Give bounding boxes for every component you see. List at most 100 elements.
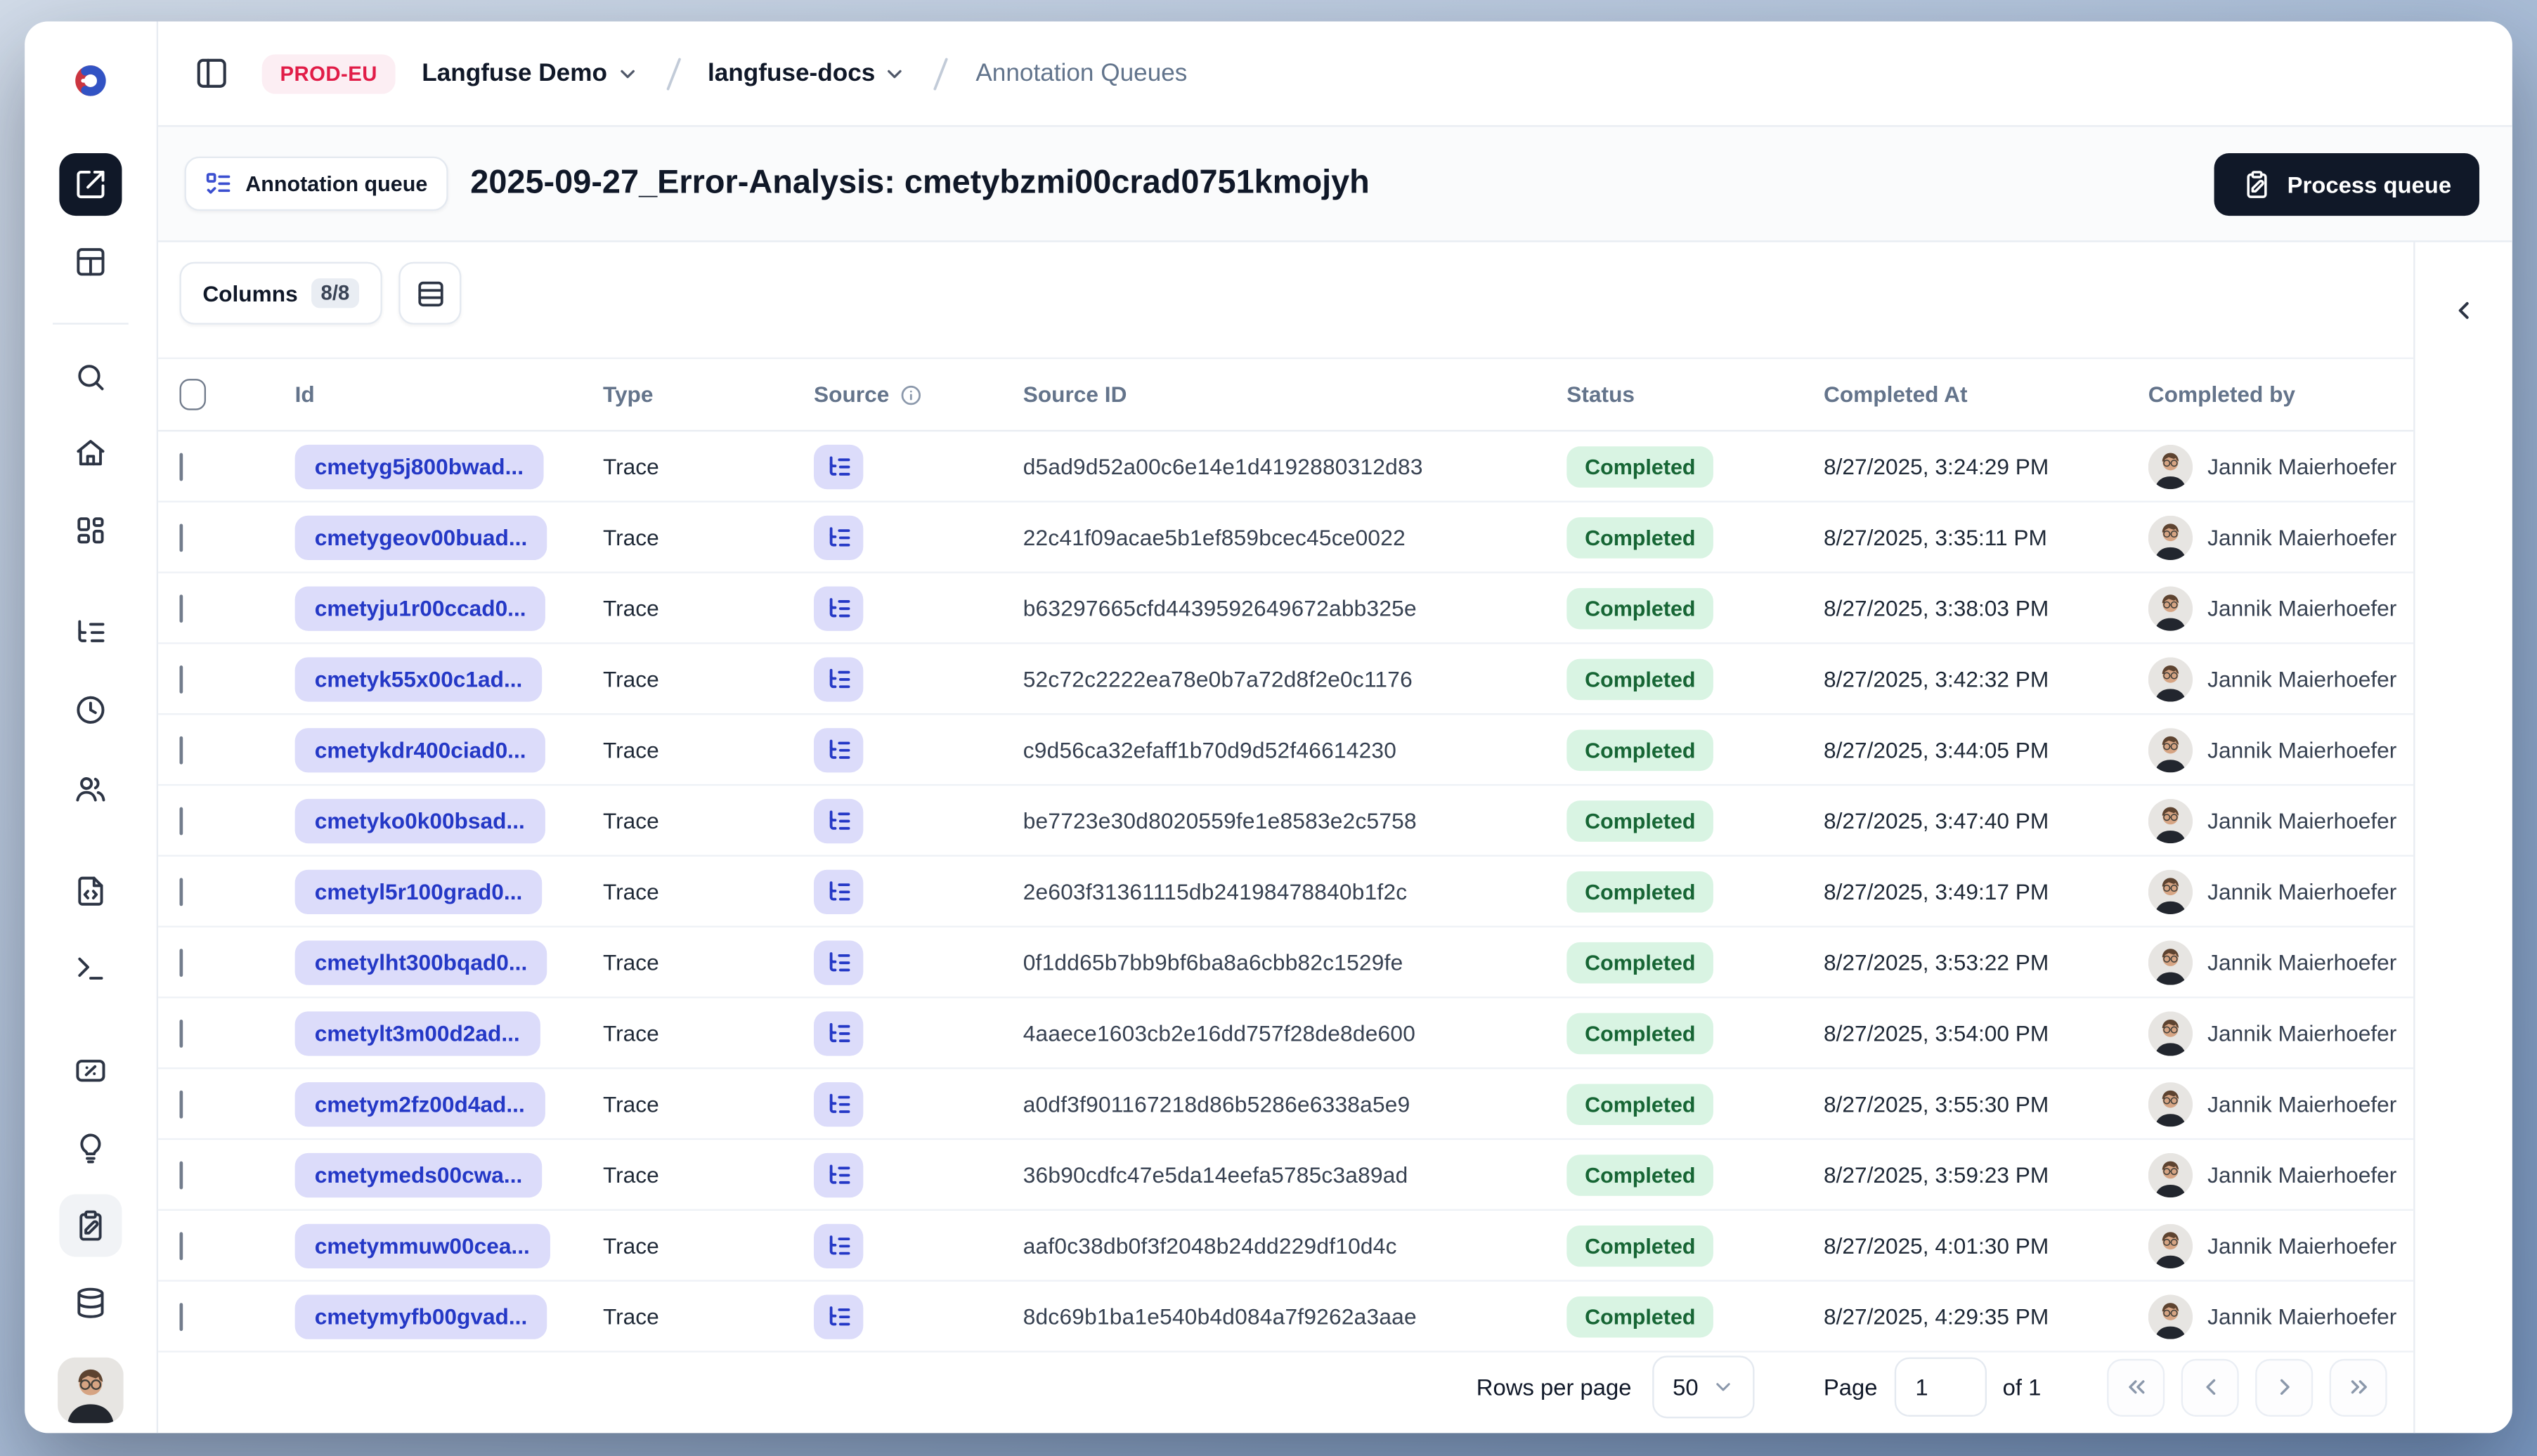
- clock-icon: [74, 694, 107, 727]
- sidebar-item-tracing[interactable]: [59, 602, 122, 664]
- source-trace-link[interactable]: [814, 798, 864, 843]
- source-trace-link[interactable]: [814, 1294, 864, 1339]
- sidebar-item-insights[interactable]: [59, 1117, 122, 1179]
- row-checkbox[interactable]: [179, 877, 183, 906]
- completed-by-avatar: [2148, 727, 2193, 772]
- breadcrumb-project-selector[interactable]: langfuse-docs: [708, 59, 907, 87]
- status-badge: Completed: [1566, 729, 1714, 770]
- sidebar-item-search[interactable]: [59, 346, 122, 408]
- table-row[interactable]: cmetygeov00buad... Trace 22c41f09acae5b1…: [158, 502, 2414, 573]
- item-id-chip[interactable]: cmetymmuw00cea...: [294, 1223, 550, 1268]
- table-row[interactable]: cmetyl5r100grad0... Trace 2e603f31361115…: [158, 857, 2414, 928]
- row-checkbox[interactable]: [179, 452, 183, 481]
- sidebar-item-sessions[interactable]: [59, 679, 122, 741]
- row-checkbox[interactable]: [179, 948, 183, 976]
- source-trace-link[interactable]: [814, 1081, 864, 1126]
- item-type: Trace: [602, 737, 659, 762]
- source-trace-link[interactable]: [814, 940, 864, 984]
- table-icon: [74, 245, 107, 278]
- sidebar-item-go-to-app-button[interactable]: [59, 153, 122, 216]
- previous-page-button[interactable]: [2181, 1358, 2239, 1416]
- status-badge: Completed: [1566, 516, 1714, 558]
- table-row[interactable]: cmetylt3m00d2ad... Trace 4aaece1603cb2e1…: [158, 999, 2414, 1070]
- next-page-button[interactable]: [2255, 1358, 2314, 1416]
- columns-button-label: Columns: [202, 280, 298, 306]
- item-id-chip[interactable]: cmetylht300bqad0...: [294, 940, 547, 984]
- info-icon[interactable]: [899, 383, 922, 406]
- row-checkbox[interactable]: [179, 1231, 183, 1260]
- row-height-button[interactable]: [398, 261, 462, 325]
- page-number-input[interactable]: [1893, 1357, 1987, 1417]
- row-checkbox[interactable]: [179, 806, 183, 835]
- item-id-chip[interactable]: cmetymeds00cwa...: [294, 1152, 543, 1197]
- columns-button[interactable]: Columns 8/8: [179, 261, 383, 325]
- item-id-chip[interactable]: cmetylt3m00d2ad...: [294, 1010, 540, 1055]
- item-id-chip[interactable]: cmetymyfb00gvad...: [294, 1294, 547, 1339]
- sidebar-item-playground[interactable]: [59, 937, 122, 1000]
- sidebar-item-prompts[interactable]: [59, 860, 122, 923]
- table-row[interactable]: cmetylht300bqad0... Trace 0f1dd65b7bb9bf…: [158, 928, 2414, 999]
- item-id-chip[interactable]: cmetyju1r00ccad0...: [294, 585, 546, 630]
- item-id-chip[interactable]: cmetykdr400ciad0...: [294, 727, 546, 772]
- column-header-source-label: Source: [814, 382, 890, 408]
- table-row[interactable]: cmetymyfb00gvad... Trace 8dc69b1ba1e540b…: [158, 1282, 2414, 1353]
- annotation-queue-items-table: Id Type Source Source ID Status Complete…: [158, 357, 2414, 1353]
- table-row[interactable]: cmetymeds00cwa... Trace 36b90cdfc47e5da1…: [158, 1140, 2414, 1211]
- source-trace-link[interactable]: [814, 869, 864, 914]
- select-all-checkbox[interactable]: [179, 379, 207, 410]
- row-checkbox[interactable]: [179, 1018, 183, 1047]
- table-row[interactable]: cmetym2fz00d4ad... Trace a0df3f901167218…: [158, 1069, 2414, 1140]
- user-avatar[interactable]: [58, 1357, 124, 1424]
- process-queue-button[interactable]: Process queue: [2214, 152, 2479, 215]
- table-row[interactable]: cmetykdr400ciad0... Trace c9d56ca32efaff…: [158, 715, 2414, 786]
- table-row[interactable]: cmetyg5j800bwad... Trace d5ad9d52a00c6e1…: [158, 431, 2414, 502]
- item-id-chip[interactable]: cmetyk55x00c1ad...: [294, 656, 543, 701]
- source-trace-link[interactable]: [814, 727, 864, 772]
- first-page-button[interactable]: [2107, 1358, 2165, 1416]
- column-header-status: Status: [1566, 382, 1635, 408]
- sidebar-item-datasets[interactable]: [59, 1272, 122, 1334]
- table-row[interactable]: cmetyko0k00bsad... Trace be7723e30d80205…: [158, 786, 2414, 857]
- item-id-chip[interactable]: cmetyl5r100grad0...: [294, 869, 543, 914]
- source-trace-link[interactable]: [814, 443, 864, 489]
- row-checkbox[interactable]: [179, 1302, 183, 1330]
- completed-by-cell: Jannik Maierhoefer: [2148, 1010, 2413, 1055]
- expand-panel-button[interactable]: [2442, 288, 2485, 331]
- row-checkbox[interactable]: [179, 735, 183, 764]
- project-name: langfuse-docs: [707, 59, 876, 88]
- row-checkbox[interactable]: [179, 594, 183, 622]
- chevron-down-icon: [883, 62, 907, 85]
- item-id-chip[interactable]: cmetym2fz00d4ad...: [294, 1081, 545, 1126]
- completed-by-name: Jannik Maierhoefer: [2207, 737, 2397, 762]
- sidebar-toggle-button[interactable]: [186, 48, 235, 98]
- sidebar-item-tables[interactable]: [59, 230, 122, 293]
- item-id-chip[interactable]: cmetygeov00buad...: [294, 514, 547, 559]
- item-id-chip[interactable]: cmetyko0k00bsad...: [294, 798, 545, 843]
- completed-at: 8/27/2025, 3:54:00 PM: [1823, 1020, 2049, 1046]
- sidebar-item-home[interactable]: [59, 422, 122, 484]
- source-trace-link[interactable]: [814, 656, 864, 701]
- breadcrumb-org-selector[interactable]: Langfuse Demo: [422, 59, 638, 87]
- source-trace-link[interactable]: [814, 1152, 864, 1197]
- table-row[interactable]: cmetyk55x00c1ad... Trace 52c72c2222ea78e…: [158, 644, 2414, 715]
- sidebar-item-dashboards[interactable]: [59, 499, 122, 561]
- source-trace-link[interactable]: [814, 1223, 864, 1268]
- sidebar-item-evaluation[interactable]: [59, 1039, 122, 1102]
- item-id-chip[interactable]: cmetyg5j800bwad...: [294, 443, 544, 489]
- rows-per-page-select[interactable]: 50: [1653, 1356, 1755, 1419]
- source-trace-link[interactable]: [814, 514, 864, 559]
- table-row[interactable]: cmetyju1r00ccad0... Trace b63297665cfd44…: [158, 573, 2414, 644]
- row-checkbox[interactable]: [179, 1160, 183, 1189]
- row-checkbox[interactable]: [179, 523, 183, 552]
- chevron-right-icon: [2271, 1374, 2297, 1400]
- last-page-button[interactable]: [2329, 1358, 2387, 1416]
- source-trace-link[interactable]: [814, 585, 864, 630]
- row-checkbox[interactable]: [179, 1089, 183, 1118]
- sidebar-item-annotation-queues[interactable]: [59, 1194, 122, 1257]
- source-trace-link[interactable]: [814, 1010, 864, 1055]
- content-panel: Columns 8/8 Id Type Source Source ID Sta…: [158, 242, 2415, 1434]
- sidebar-item-users[interactable]: [59, 758, 122, 820]
- item-type: Trace: [602, 666, 659, 691]
- row-checkbox[interactable]: [179, 664, 183, 693]
- table-row[interactable]: cmetymmuw00cea... Trace aaf0c38db0f3f204…: [158, 1211, 2414, 1282]
